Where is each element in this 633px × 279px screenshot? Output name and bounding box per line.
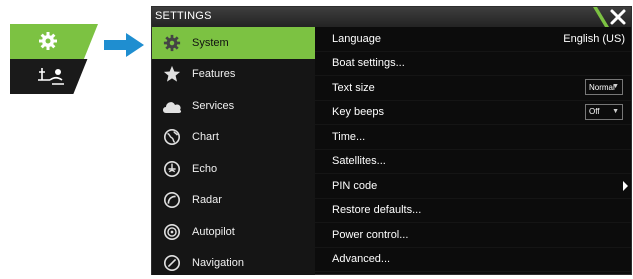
setting-label: Power control... <box>332 229 408 241</box>
sidebar-item-label: Radar <box>192 194 222 206</box>
sidebar-item-chart[interactable]: Chart <box>152 122 315 154</box>
chevron-right-icon <box>623 181 628 191</box>
sidebar-item-label: Navigation <box>192 257 244 269</box>
cloud-icon <box>161 95 183 117</box>
setting-language[interactable]: Language English (US) <box>315 27 631 52</box>
chevron-down-icon: ▼ <box>612 83 619 90</box>
sidebar-item-label: Autopilot <box>192 226 235 238</box>
setting-label: Restore defaults... <box>332 204 421 216</box>
setting-label: Language <box>332 33 381 45</box>
echo-icon <box>161 158 183 180</box>
text-size-dropdown[interactable]: Normal ▼ <box>585 79 623 95</box>
setting-label: PIN code <box>332 180 377 192</box>
gear-icon <box>161 32 183 54</box>
setting-time[interactable]: Time... <box>315 125 631 150</box>
close-icon[interactable] <box>609 8 627 26</box>
setting-label: Key beeps <box>332 106 384 118</box>
setting-label: Text size <box>332 82 375 94</box>
tile-boat-settings[interactable] <box>10 59 98 94</box>
sidebar-item-autopilot[interactable]: Autopilot <box>152 216 315 248</box>
chevron-down-icon: ▼ <box>612 108 619 115</box>
setting-label: Satellites... <box>332 155 386 167</box>
settings-sidebar: System Features Services Chart Echo <box>152 27 315 275</box>
autopilot-icon <box>161 221 183 243</box>
setting-pin-code[interactable]: PIN code <box>315 174 631 199</box>
title-accent-stripe <box>589 7 609 27</box>
language-value: English (US) <box>563 33 625 45</box>
setting-power-control[interactable]: Power control... <box>315 223 631 248</box>
star-icon <box>161 63 183 85</box>
sidebar-item-label: Echo <box>192 163 217 175</box>
radar-icon <box>161 189 183 211</box>
sidebar-item-radar[interactable]: Radar <box>152 185 315 217</box>
pointer-arrow-icon <box>104 33 144 57</box>
setting-label: Boat settings... <box>332 57 405 69</box>
globe-icon <box>161 126 183 148</box>
sidebar-item-features[interactable]: Features <box>152 59 315 91</box>
tile-settings[interactable] <box>10 24 98 59</box>
setting-text-size[interactable]: Text size Normal ▼ <box>315 76 631 101</box>
setting-label: Advanced... <box>332 253 390 265</box>
system-tile[interactable] <box>10 24 98 94</box>
window-title: SETTINGS <box>155 10 212 22</box>
setting-advanced[interactable]: Advanced... <box>315 248 631 273</box>
boat-settings-icon <box>36 65 66 87</box>
sidebar-item-label: Services <box>192 100 234 112</box>
sidebar-item-system[interactable]: System <box>152 27 315 59</box>
setting-label: Time... <box>332 131 365 143</box>
sidebar-item-echo[interactable]: Echo <box>152 153 315 185</box>
key-beeps-dropdown[interactable]: Off ▼ <box>585 104 623 120</box>
sidebar-item-label: Features <box>192 68 235 80</box>
sidebar-item-label: Chart <box>192 131 219 143</box>
title-bar: SETTINGS <box>152 7 631 27</box>
settings-list: Language English (US) Boat settings... T… <box>315 27 631 275</box>
sidebar-item-navigation[interactable]: Navigation <box>152 248 315 279</box>
sidebar-item-label: System <box>192 37 229 49</box>
setting-boat-settings[interactable]: Boat settings... <box>315 52 631 77</box>
dropdown-value: Off <box>589 107 600 116</box>
settings-window: SETTINGS <box>151 6 632 275</box>
gear-icon <box>38 31 58 51</box>
dropdown-value: Normal <box>589 83 615 92</box>
setting-key-beeps[interactable]: Key beeps Off ▼ <box>315 101 631 126</box>
setting-satellites[interactable]: Satellites... <box>315 150 631 175</box>
setting-restore-defaults[interactable]: Restore defaults... <box>315 199 631 224</box>
navigation-icon <box>161 252 183 274</box>
sidebar-item-services[interactable]: Services <box>152 90 315 122</box>
